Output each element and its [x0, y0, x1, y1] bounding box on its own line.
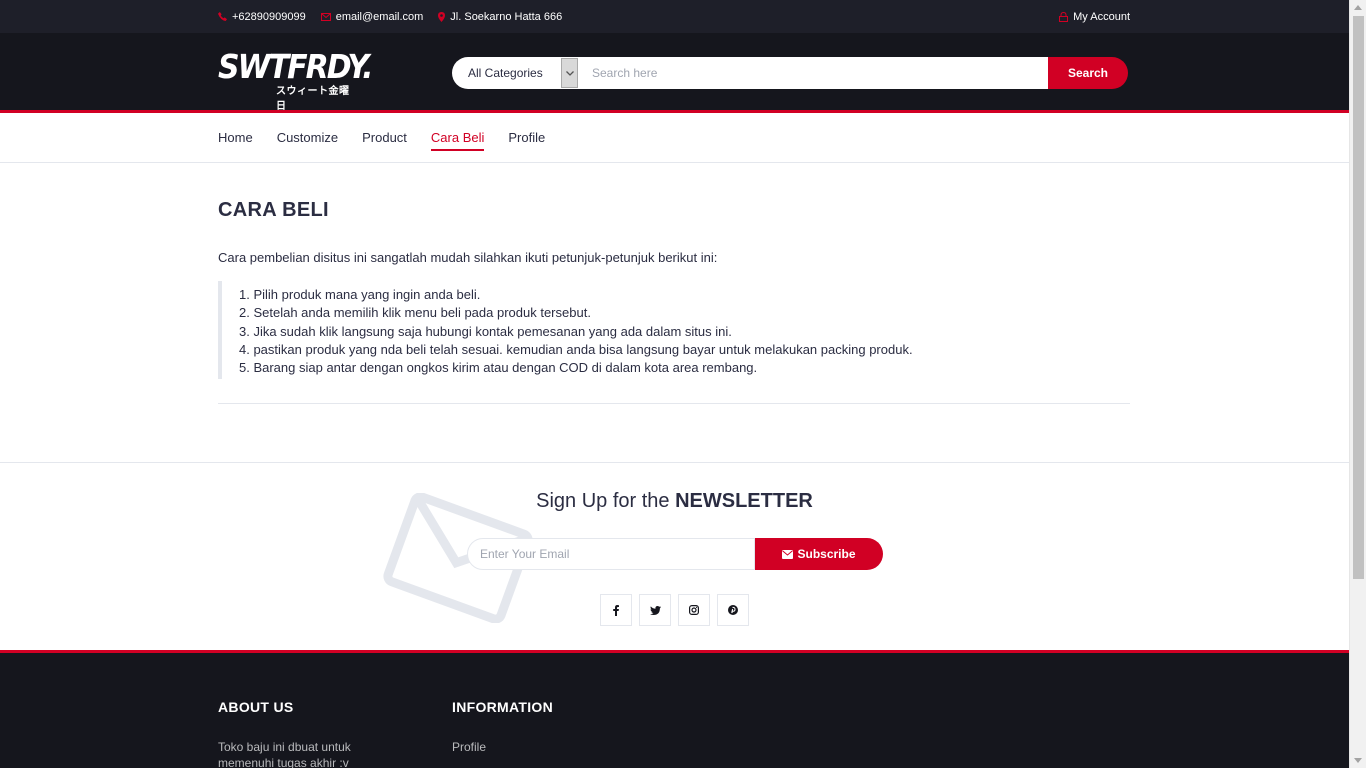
subscribe-button[interactable]: Subscribe: [755, 538, 883, 570]
my-account-link[interactable]: My Account: [1059, 11, 1130, 23]
envelope-icon: [782, 549, 794, 559]
phone-text: +62890909099: [232, 10, 306, 23]
chevron-down-icon[interactable]: [561, 58, 578, 88]
step-item: 3. Jika sudah klik langsung saja hubungi…: [239, 323, 732, 339]
intro-text: Cara pembelian disitus ini sangatlah mud…: [218, 250, 718, 265]
phone-icon: [218, 12, 227, 21]
footer-about-text: Toko baju ini dbuat untuk memenuhi tugas…: [218, 740, 351, 768]
twitter-icon[interactable]: [639, 594, 671, 626]
category-select[interactable]: All Categories: [452, 57, 578, 89]
search-button[interactable]: Search: [1048, 57, 1128, 89]
page-scrollbar[interactable]: [1349, 0, 1366, 768]
steps-blockquote: 1. Pilih produk mana yang ingin anda bel…: [218, 281, 1130, 380]
footer-information-title: INFORMATION: [452, 699, 554, 715]
newsletter-form: Subscribe: [467, 538, 883, 570]
contact-email[interactable]: email@email.com: [320, 10, 424, 23]
footer-about-column: ABOUT US Toko baju ini dbuat untuk memen…: [218, 699, 388, 768]
newsletter-title-strong: NEWSLETTER: [675, 490, 813, 512]
step-item: 1. Pilih produk mana yang ingin anda bel…: [239, 287, 481, 302]
footer-link-profile[interactable]: Profile: [452, 739, 652, 755]
main-content: CARA BELI Cara pembelian disitus ini san…: [0, 163, 1349, 405]
footer: ABOUT US Toko baju ini dbuat untuk memen…: [0, 650, 1349, 768]
top-bar: +62890909099 email@email.com Jl. Soekarn…: [0, 0, 1349, 33]
address-text: Jl. Soekarno Hatta 666: [450, 10, 563, 23]
footer-about-title: ABOUT US: [218, 699, 294, 715]
envelope-icon: [320, 12, 331, 21]
newsletter-email-input[interactable]: [467, 538, 755, 570]
contact-address[interactable]: Jl. Soekarno Hatta 666: [438, 11, 562, 23]
my-account-label: My Account: [1073, 10, 1130, 23]
nav-item-profile[interactable]: Profile: [508, 130, 545, 147]
header: SWTFRDY. スウィート金曜日 All Categories Search: [0, 33, 1349, 113]
divider: [218, 403, 1130, 405]
nav-item-customize[interactable]: Customize: [277, 130, 338, 147]
user-icon: [1059, 11, 1069, 22]
nav-item-home[interactable]: Home: [218, 130, 253, 147]
map-marker-icon: [438, 11, 446, 22]
nav-item-cara-beli[interactable]: Cara Beli: [430, 130, 485, 151]
logo[interactable]: SWTFRDY. スウィート金曜日: [218, 48, 373, 112]
newsletter-section: Sign Up for the NEWSLETTER Subscribe: [0, 462, 1349, 650]
footer-information-column: INFORMATION Profile: [452, 699, 652, 755]
logo-subtext: スウィート金曜日: [276, 86, 350, 112]
step-item: 4. pastikan produk yang nda beli telah s…: [239, 341, 913, 357]
search-bar: All Categories Search: [452, 57, 1128, 89]
contact-phone[interactable]: +62890909099: [218, 11, 306, 23]
subscribe-label: Subscribe: [797, 547, 856, 561]
social-links: [600, 594, 756, 626]
scroll-down-icon[interactable]: [1354, 758, 1362, 763]
page: +62890909099 email@email.com Jl. Soekarn…: [0, 0, 1349, 768]
category-selected-label: All Categories: [468, 66, 543, 80]
newsletter-title-prefix: Sign Up for the: [536, 490, 676, 512]
page-title: CARA BELI: [218, 199, 329, 221]
step-item: 5. Barang siap antar dengan ongkos kirim…: [239, 360, 758, 376]
logo-text: SWTFRDY.: [218, 48, 373, 87]
facebook-icon[interactable]: [600, 594, 632, 626]
step-item: 2. Setelah anda memilih klik menu beli p…: [239, 305, 591, 321]
main-nav: Home Customize Product Cara Beli Profile: [0, 113, 1349, 163]
newsletter-title: Sign Up for the NEWSLETTER: [0, 490, 1349, 513]
search-input[interactable]: [578, 57, 1048, 89]
email-text: email@email.com: [335, 10, 424, 23]
scrollbar-thumb[interactable]: [1353, 16, 1364, 579]
scroll-up-icon[interactable]: [1354, 5, 1362, 10]
nav-item-product[interactable]: Product: [362, 130, 407, 147]
instagram-icon[interactable]: [678, 594, 710, 626]
pinterest-icon[interactable]: [717, 594, 749, 626]
